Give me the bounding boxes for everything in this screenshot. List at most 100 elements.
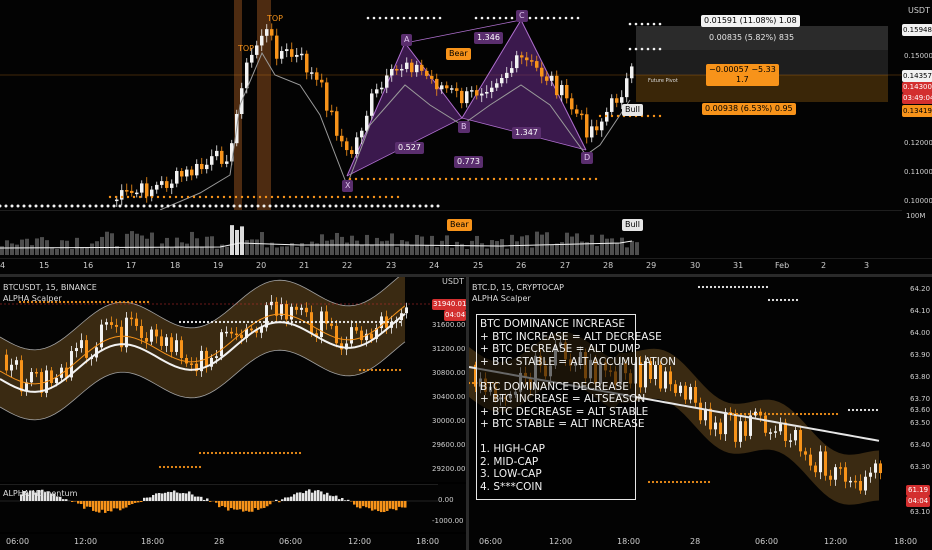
volume-bar <box>140 235 144 255</box>
level-dot <box>314 320 318 324</box>
baseline-dot <box>280 204 284 208</box>
volume-bar <box>235 229 239 255</box>
volume-bar <box>265 247 269 255</box>
future-pivot-label: Future Pivot <box>648 78 678 84</box>
level-dot <box>278 451 282 455</box>
level-dot <box>394 320 398 324</box>
volume-bar <box>510 234 514 255</box>
price-candle <box>390 69 394 76</box>
dominance-candle <box>744 421 747 436</box>
level-dot <box>651 480 655 484</box>
price-candle <box>165 181 169 188</box>
level-dot <box>763 412 767 416</box>
support-dot <box>588 177 592 181</box>
price-candle <box>530 60 534 62</box>
momentum-bar <box>80 501 83 505</box>
price-candle <box>330 110 334 113</box>
btcd-time-axis[interactable]: 06:00 12:00 18:00 28 06:00 12:00 18:00 <box>469 534 932 550</box>
price-tick: 0.11000 <box>904 168 932 176</box>
volume-bar <box>545 232 549 255</box>
volume-bar <box>245 240 249 255</box>
level-dot <box>687 480 691 484</box>
resistance-dot <box>438 16 442 20</box>
resistance-dot <box>546 16 550 20</box>
baseline-dot <box>214 204 218 208</box>
level-dot <box>751 412 755 416</box>
btc-candle <box>135 318 138 326</box>
btc-candle <box>300 307 303 310</box>
baseline-dot <box>304 204 308 208</box>
time-tick: 3 <box>864 261 870 270</box>
top-chart-panel[interactable]: X A B C D 0.527 1.346 1.347 0.773 Bear B… <box>0 0 902 210</box>
baseline-dot <box>364 204 368 208</box>
price-tick: 29200.00 <box>432 465 466 473</box>
dominance-candle <box>854 480 857 483</box>
baseline-dot <box>88 204 92 208</box>
momentum-bar <box>368 501 371 509</box>
top-price-axis[interactable]: USDT 0.15948 0.15000 0.14357 0.14300 03:… <box>902 0 932 258</box>
price-tick: 63.30 <box>910 463 931 471</box>
dominance-note-box[interactable]: BTC DOMINANCE INCREASE + BTC INCREASE = … <box>476 314 676 500</box>
momentum-bar <box>353 501 356 505</box>
volume-bar <box>50 247 54 255</box>
dominance-candle <box>689 387 692 400</box>
momentum-bar <box>65 499 68 501</box>
momentum-panel[interactable]: ALPHA Momentum <box>0 484 438 532</box>
top-time-axis[interactable]: 4 15 16 17 18 19 20 21 22 23 24 25 26 27… <box>0 258 932 274</box>
momentum-axis[interactable]: 0.00 -1000.00 <box>432 484 466 532</box>
baseline-dot <box>208 204 212 208</box>
baseline-dot <box>238 204 242 208</box>
momentum-bar <box>293 494 296 501</box>
level-dot <box>242 451 246 455</box>
time-tick: 18:00 <box>894 537 918 546</box>
level-dot <box>258 451 262 455</box>
time-tick: 18:00 <box>141 537 165 546</box>
level-dot <box>146 300 150 304</box>
resistance-dot <box>628 22 632 26</box>
level-dot <box>741 285 745 289</box>
volume-bar <box>555 243 559 255</box>
level-dot <box>819 412 823 416</box>
resistance-dot <box>646 22 650 26</box>
price-candle <box>275 35 279 59</box>
support-dot <box>210 195 214 199</box>
btcd-last-price: 61.19 <box>906 485 931 496</box>
volume-panel[interactable]: Bear Bull <box>0 210 902 258</box>
btcusdt-price-axis[interactable]: USDT 31940.01 04:04 31600.00 31200.00 30… <box>432 277 468 482</box>
dominance-candle <box>694 387 697 403</box>
baseline-dot <box>166 204 170 208</box>
baseline-dot <box>22 204 26 208</box>
price-candle <box>190 169 194 176</box>
momentum-bar <box>308 489 311 501</box>
level-dot <box>342 320 346 324</box>
btcusdt-time-axis[interactable]: 06:00 12:00 18:00 28 06:00 12:00 18:00 <box>0 534 466 550</box>
support-dot <box>564 177 568 181</box>
resistance-dot <box>486 16 490 20</box>
support-dot <box>420 177 424 181</box>
btcd-price-axis[interactable]: 64.20 64.10 64.00 63.90 63.80 63.70 63.6… <box>902 277 932 534</box>
time-tick: 12:00 <box>348 537 372 546</box>
volume-bull-badge: Bull <box>622 219 644 231</box>
level-dot <box>234 451 238 455</box>
level-dot <box>210 451 214 455</box>
resistance-dot <box>570 16 574 20</box>
support-dot <box>132 195 136 199</box>
volume-bar <box>175 237 179 255</box>
level-dot <box>697 285 701 289</box>
level-dot <box>851 408 855 412</box>
support-dot <box>300 195 304 199</box>
btc-candle <box>10 364 13 371</box>
price-candle <box>625 78 629 98</box>
time-tick: 2 <box>821 261 827 270</box>
momentum-bar <box>356 501 359 508</box>
baseline-dot <box>52 204 56 208</box>
price-tick: 63.70 <box>910 395 931 403</box>
btcusdt-chart-panel[interactable]: BTCUSDT, 15, BINANCE ALPHA Scalper <box>0 277 438 482</box>
level-dot <box>170 465 174 469</box>
level-dot <box>683 480 687 484</box>
momentum-bar <box>224 501 227 508</box>
resistance-dot <box>640 22 644 26</box>
baseline-dot <box>82 204 86 208</box>
price-candle <box>295 54 299 57</box>
volume-bar <box>215 248 219 255</box>
